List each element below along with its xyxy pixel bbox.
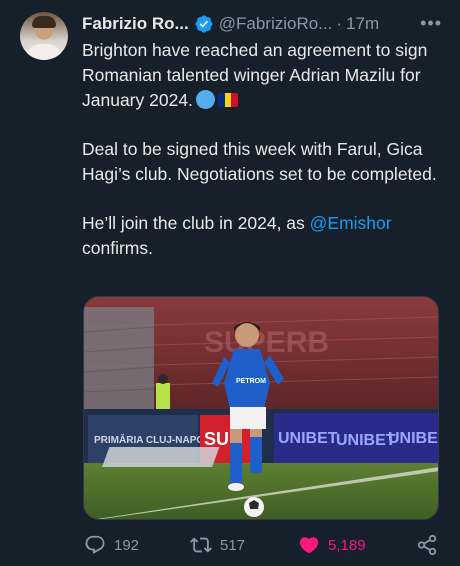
avatar-hair xyxy=(32,16,56,28)
blue-circle-emoji-icon xyxy=(195,90,215,109)
svg-text:SUPERB: SUPERB xyxy=(204,326,329,359)
reply-button[interactable]: 192 xyxy=(84,534,139,556)
like-button[interactable]: 5,189 xyxy=(298,534,366,556)
tweet-actions: 192 517 5,189 xyxy=(82,534,442,560)
mention-link[interactable]: @Emishor xyxy=(310,213,392,233)
avatar-shirt xyxy=(26,44,62,60)
more-options-icon[interactable]: ••• xyxy=(420,14,442,32)
share-icon xyxy=(417,534,437,556)
romania-flag-emoji-icon xyxy=(217,93,238,107)
tweet-paragraph-1: Brighton have reached an agreement to si… xyxy=(82,38,448,113)
heart-icon xyxy=(299,537,319,554)
author-name[interactable]: Fabrizio Ro... xyxy=(82,14,189,34)
like-count: 5,189 xyxy=(328,536,366,554)
repost-button[interactable]: 517 xyxy=(190,534,245,556)
tweet-paragraph-3-start: He’ll join the club in 2024, as xyxy=(82,213,310,233)
author-handle[interactable]: @FabrizioRo... xyxy=(219,14,333,34)
tweet-header: Fabrizio Ro... @FabrizioRo... · 17m ••• xyxy=(82,12,442,36)
repost-count: 517 xyxy=(220,536,246,554)
tweet-paragraph-2: Deal to be signed this week with Farul, … xyxy=(82,139,437,184)
board-unibet-2: UNIBET xyxy=(336,432,396,449)
board-unibet-3: UNIBET xyxy=(388,430,439,447)
tweet-media-photo[interactable]: SUPERB PRIMĂRIA CLUJ-NAPOCA SU UNIBET UN… xyxy=(83,296,439,520)
verified-badge-icon xyxy=(195,15,213,33)
board-primaria: PRIMĂRIA CLUJ-NAPOCA xyxy=(94,433,219,446)
author-avatar[interactable] xyxy=(20,12,68,60)
separator-dot: · xyxy=(336,14,343,33)
board-unibet-1: UNIBET xyxy=(278,430,338,447)
repost-icon xyxy=(190,537,212,553)
share-button[interactable] xyxy=(416,534,446,556)
tweet-text: Brighton have reached an agreement to si… xyxy=(82,38,448,285)
board-su: SU xyxy=(204,429,229,449)
tweet-timestamp[interactable]: 17m xyxy=(346,14,379,34)
tweet-paragraph-3: He’ll join the club in 2024, as @Emishor… xyxy=(82,211,448,261)
shirt-sponsor: PETROM xyxy=(236,378,266,385)
tweet-paragraph-1-text: Brighton have reached an agreement to si… xyxy=(82,40,428,110)
reply-count: 192 xyxy=(114,536,140,554)
football-player-photo-icon: SUPERB PRIMĂRIA CLUJ-NAPOCA SU UNIBET UN… xyxy=(84,297,439,519)
tweet-paragraph-3-end: confirms. xyxy=(82,238,153,258)
reply-icon xyxy=(85,535,105,555)
